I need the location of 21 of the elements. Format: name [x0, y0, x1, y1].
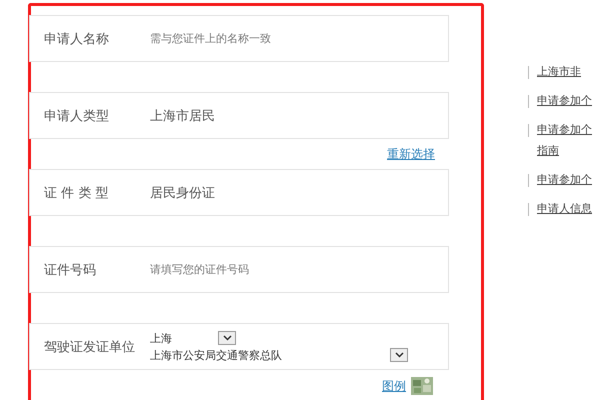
related-link[interactable]: 申请参加个 [537, 122, 592, 137]
related-link[interactable]: 申请人信息 [537, 201, 592, 216]
reselect-link[interactable]: 重新选择 [387, 146, 435, 162]
caret-icon [394, 352, 404, 358]
dropdown-select[interactable]: 上海市公安局交通警察总队 [150, 348, 408, 362]
field-label: 证 件 类 型 [43, 184, 110, 202]
related-link[interactable]: 指南 [537, 143, 592, 158]
text-input[interactable]: 需与您证件上的名称一致 [150, 32, 380, 45]
related-link[interactable]: 申请参加个 [537, 93, 592, 108]
field-label: 申请人类型 [43, 108, 110, 124]
field-value: 居民身份证 [150, 184, 215, 202]
field-label: 申请人名称 [43, 30, 110, 48]
field-label: 驾驶证发证单位 [43, 338, 136, 356]
caret-icon [222, 335, 232, 341]
field-value: 上海市居民 [150, 108, 215, 124]
related-link[interactable]: 上海市非 [537, 64, 581, 79]
field-label: 证件号码 [43, 262, 97, 278]
related-link[interactable]: 申请参加个 [537, 172, 592, 187]
text-input[interactable]: 请填写您的证件号码 [150, 263, 380, 276]
dropdown-select[interactable]: 上海 [150, 330, 236, 346]
legend-link[interactable]: 图例 [382, 378, 406, 394]
